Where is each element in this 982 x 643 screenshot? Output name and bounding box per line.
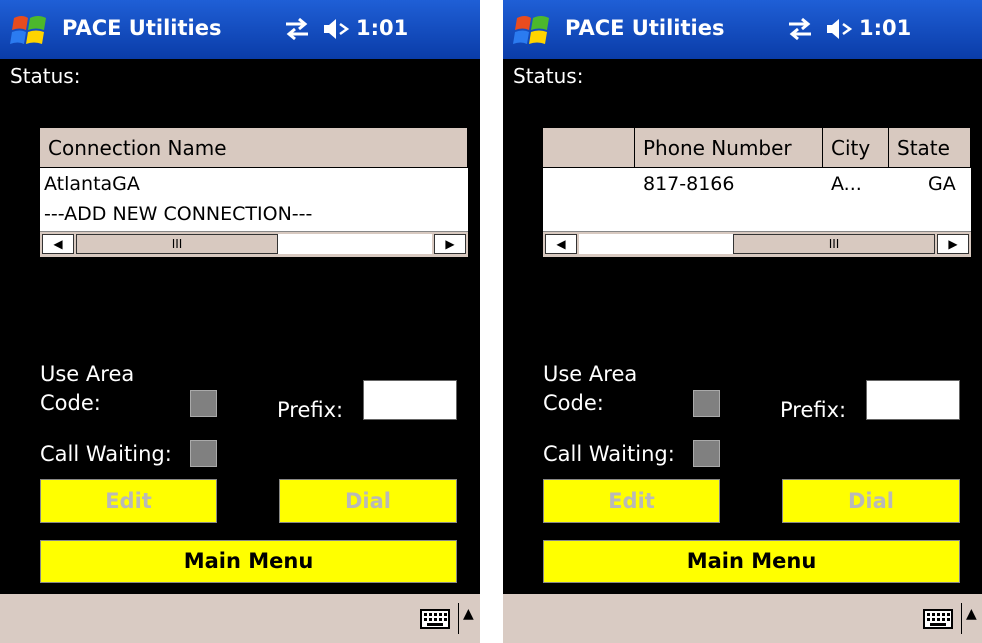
connection-detail-grid[interactable]: Phone Number City State 817-8166 A... GA…	[543, 128, 971, 257]
windows-start-icon[interactable]	[511, 10, 555, 50]
main-menu-button[interactable]: Main Menu	[40, 540, 457, 583]
list-item[interactable]: AtlantaGA	[44, 173, 140, 195]
status-label: Status:	[10, 64, 81, 88]
edit-button[interactable]: Edit	[543, 479, 720, 523]
divider	[458, 603, 459, 634]
call-waiting-checkbox[interactable]	[693, 440, 720, 467]
menu-bar: ▲	[0, 594, 480, 643]
speaker-muted-icon[interactable]	[322, 16, 350, 42]
menu-bar: ▲	[503, 594, 982, 643]
speaker-muted-icon[interactable]	[825, 16, 853, 42]
clock[interactable]: 1:01	[356, 16, 408, 40]
table-cell-phone[interactable]: 817-8166	[643, 173, 734, 195]
title-bar: PACE Utilities 1:01	[503, 0, 982, 59]
keyboard-icon[interactable]	[420, 608, 450, 630]
prefix-input[interactable]	[363, 380, 457, 420]
dial-button[interactable]: Dial	[279, 479, 457, 523]
column-header-phone-number[interactable]: Phone Number	[635, 128, 823, 168]
screen-connection-details: PACE Utilities 1:01 Status: Phone Number…	[503, 0, 982, 643]
screen-connection-list: PACE Utilities 1:01 Status: Connection N…	[0, 0, 480, 643]
table-cell-city[interactable]: A...	[831, 173, 862, 195]
prefix-label: Prefix:	[780, 398, 847, 422]
code-label: Code:	[543, 391, 604, 415]
scroll-right-button[interactable]: ▶	[937, 234, 969, 254]
app-title: PACE Utilities	[62, 16, 222, 40]
scroll-left-button[interactable]: ◀	[42, 234, 74, 254]
use-area-code-checkbox[interactable]	[693, 390, 720, 417]
app-title: PACE Utilities	[565, 16, 725, 40]
list-item[interactable]: ---ADD NEW CONNECTION---	[44, 203, 312, 225]
scroll-right-button[interactable]: ▶	[434, 234, 466, 254]
call-waiting-label: Call Waiting:	[543, 442, 675, 466]
scroll-left-button[interactable]: ◀	[545, 234, 577, 254]
call-waiting-checkbox[interactable]	[190, 440, 217, 467]
column-header-state[interactable]: State	[889, 128, 971, 168]
scroll-track[interactable]	[579, 234, 733, 254]
horizontal-scrollbar[interactable]: ◀ III ▶	[543, 231, 971, 257]
status-label: Status:	[513, 64, 584, 88]
input-panel-arrow-icon[interactable]: ▲	[966, 606, 977, 622]
windows-start-icon[interactable]	[8, 10, 52, 50]
scroll-track[interactable]	[278, 234, 432, 254]
edit-button[interactable]: Edit	[40, 479, 217, 523]
prefix-input[interactable]	[866, 380, 960, 420]
connectivity-icon[interactable]	[785, 16, 815, 42]
code-label: Code:	[40, 391, 101, 415]
divider	[961, 603, 962, 634]
scroll-thumb[interactable]: III	[76, 234, 278, 254]
connection-grid[interactable]: Connection Name AtlantaGA ---ADD NEW CON…	[40, 128, 468, 257]
column-header-blank[interactable]	[543, 128, 635, 168]
scroll-thumb[interactable]: III	[733, 234, 935, 254]
use-area-label: Use Area	[543, 362, 638, 386]
horizontal-scrollbar[interactable]: ◀ III ▶	[40, 231, 468, 257]
use-area-label: Use Area	[40, 362, 135, 386]
keyboard-icon[interactable]	[923, 608, 953, 630]
column-header-city[interactable]: City	[823, 128, 889, 168]
input-panel-arrow-icon[interactable]: ▲	[463, 606, 474, 622]
connectivity-icon[interactable]	[282, 16, 312, 42]
clock[interactable]: 1:01	[859, 16, 911, 40]
call-waiting-label: Call Waiting:	[40, 442, 172, 466]
prefix-label: Prefix:	[277, 398, 344, 422]
column-header-connection-name[interactable]: Connection Name	[40, 128, 468, 168]
table-cell-state[interactable]: GA	[928, 173, 956, 195]
dial-button[interactable]: Dial	[782, 479, 960, 523]
title-bar: PACE Utilities 1:01	[0, 0, 480, 59]
main-menu-button[interactable]: Main Menu	[543, 540, 960, 583]
use-area-code-checkbox[interactable]	[190, 390, 217, 417]
